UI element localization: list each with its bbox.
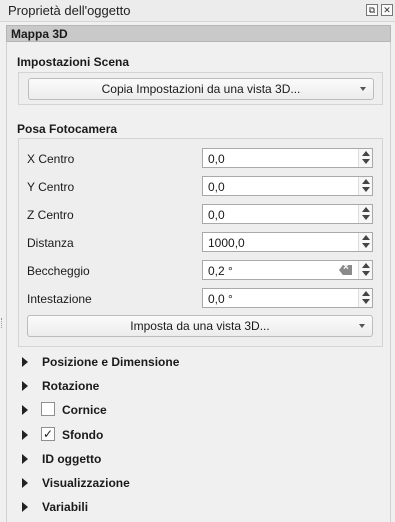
pitch-value: 0,2 °: [208, 264, 233, 278]
dock-title: Proprietà dell'oggetto: [8, 3, 131, 18]
expand-arrow-icon[interactable]: [22, 430, 28, 440]
set-from-3d-view-label: Imposta da una vista 3D...: [130, 319, 270, 333]
properties-scroll-area: Impostazioni Scena Copia Impostazioni da…: [6, 42, 391, 522]
heading-spinbox[interactable]: 0,0 °: [202, 288, 373, 308]
spin-arrows-icon[interactable]: [358, 233, 372, 251]
section-title: Mappa 3D: [11, 27, 68, 41]
spin-arrows-icon[interactable]: [358, 261, 372, 279]
group-background[interactable]: ✓ Sfondo: [20, 426, 380, 444]
y-center-spinbox[interactable]: 0,0: [202, 176, 373, 196]
distance-label: Distanza: [27, 236, 74, 250]
clear-icon[interactable]: [339, 265, 352, 275]
spin-arrows-icon[interactable]: [358, 149, 372, 167]
scene-group: Copia Impostazioni da una vista 3D...: [18, 72, 383, 105]
expand-arrow-icon[interactable]: [22, 381, 28, 391]
y-center-value: 0,0: [208, 180, 225, 194]
expand-arrow-icon[interactable]: [22, 454, 28, 464]
pitch-spinbox[interactable]: 0,2 °: [202, 260, 373, 280]
group-label: Posizione e Dimensione: [42, 355, 180, 369]
copy-scene-settings-button[interactable]: Copia Impostazioni da una vista 3D...: [28, 78, 374, 100]
expand-arrow-icon[interactable]: [22, 405, 28, 415]
set-from-3d-view-button[interactable]: Imposta da una vista 3D...: [27, 315, 373, 337]
heading-label: Intestazione: [27, 292, 92, 306]
group-label: Visualizzazione: [42, 476, 130, 490]
group-rendering[interactable]: Visualizzazione: [20, 474, 380, 492]
y-center-label: Y Centro: [27, 180, 75, 194]
x-center-spinbox[interactable]: 0,0: [202, 148, 373, 168]
group-frame[interactable]: Cornice: [20, 401, 380, 419]
frame-checkbox[interactable]: [41, 402, 55, 416]
distance-spinbox[interactable]: 1000,0: [202, 232, 373, 252]
distance-value: 1000,0: [208, 236, 245, 250]
float-icon[interactable]: ⧉: [366, 4, 378, 16]
group-label: Rotazione: [42, 379, 100, 393]
z-center-value: 0,0: [208, 208, 225, 222]
section-header: Mappa 3D: [6, 25, 391, 42]
scene-group-title: Impostazioni Scena: [17, 55, 130, 69]
group-item-id[interactable]: ID oggetto: [20, 450, 380, 468]
splitter-handle[interactable]: [1, 318, 4, 328]
checkmark-icon: ✓: [42, 427, 54, 441]
spin-arrows-icon[interactable]: [358, 177, 372, 195]
z-center-spinbox[interactable]: 0,0: [202, 204, 373, 224]
expand-arrow-icon[interactable]: [22, 357, 28, 367]
dock-titlebar: Proprietà dell'oggetto ⧉ ✕: [0, 0, 395, 22]
background-checkbox[interactable]: ✓: [41, 427, 55, 441]
pitch-label: Beccheggio: [27, 264, 90, 278]
expand-arrow-icon[interactable]: [22, 478, 28, 488]
group-label: ID oggetto: [42, 452, 102, 466]
camera-group-title: Posa Fotocamera: [17, 122, 118, 136]
spin-arrows-icon[interactable]: [358, 289, 372, 307]
group-label: Cornice: [62, 403, 107, 417]
x-center-label: X Centro: [27, 152, 75, 166]
group-label: Sfondo: [62, 428, 104, 442]
group-rotation[interactable]: Rotazione: [20, 377, 380, 395]
copy-scene-settings-label: Copia Impostazioni da una vista 3D...: [101, 82, 301, 96]
spin-arrows-icon[interactable]: [358, 205, 372, 223]
x-center-value: 0,0: [208, 152, 225, 166]
z-center-label: Z Centro: [27, 208, 74, 222]
heading-value: 0,0 °: [208, 292, 233, 306]
close-icon[interactable]: ✕: [381, 4, 393, 16]
group-position-size[interactable]: Posizione e Dimensione: [20, 353, 380, 371]
chevron-down-icon: [359, 324, 365, 328]
group-label: Variabili: [42, 500, 89, 514]
expand-arrow-icon[interactable]: [22, 502, 28, 512]
chevron-down-icon: [360, 87, 366, 91]
group-variables[interactable]: Variabili: [20, 498, 380, 516]
